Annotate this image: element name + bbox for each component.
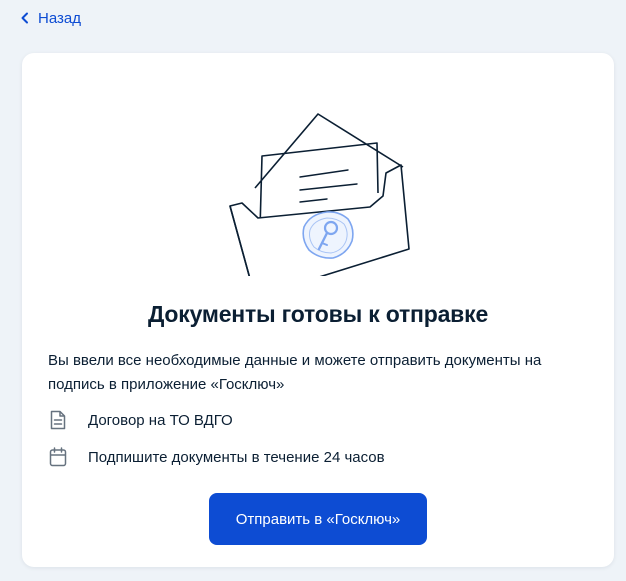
card-title: Документы готовы к отправке bbox=[147, 301, 489, 327]
send-to-goskey-button[interactable]: Отправить в «Госключ» bbox=[209, 493, 427, 545]
info-item-contract: Договор на ТО ВДГО bbox=[48, 408, 233, 432]
chevron-left-icon bbox=[21, 12, 28, 24]
back-link[interactable]: Назад bbox=[20, 8, 81, 28]
back-link-label: Назад bbox=[38, 9, 81, 27]
calendar-icon bbox=[48, 447, 68, 467]
info-item-label: Договор на ТО ВДГО bbox=[88, 411, 233, 429]
info-item-deadline: Подпишите документы в течение 24 часов bbox=[48, 445, 385, 469]
confirmation-card: Документы готовы к отправке Вы ввели все… bbox=[22, 53, 614, 567]
info-item-label: Подпишите документы в течение 24 часов bbox=[88, 448, 385, 466]
document-icon bbox=[48, 410, 68, 430]
card-description: Вы ввели все необходимые данные и можете… bbox=[48, 352, 542, 393]
envelope-illustration bbox=[229, 113, 410, 276]
